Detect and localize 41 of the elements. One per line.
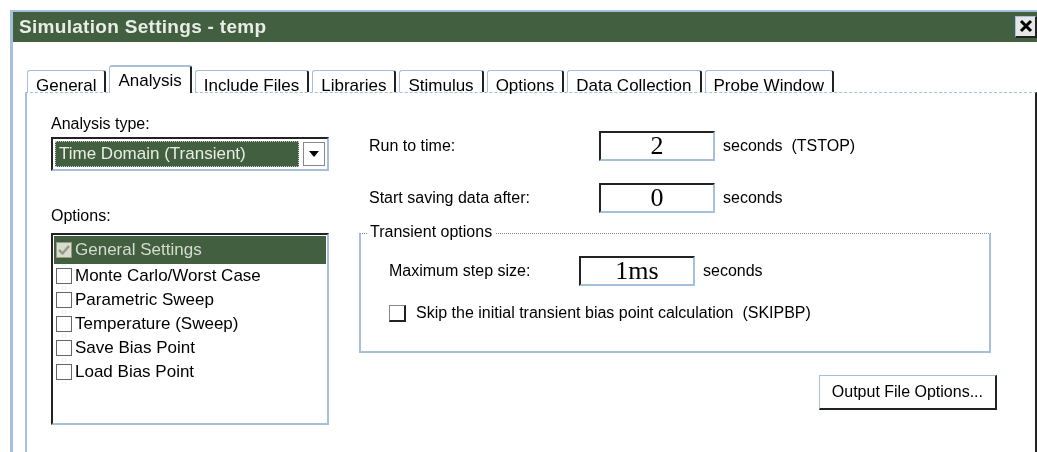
output-file-options-button[interactable]: Output File Options... — [818, 375, 997, 410]
tab[interactable]: Include Files — [194, 70, 310, 92]
unit-label: seconds — [723, 189, 783, 207]
field-label: Run to time: — [369, 137, 457, 155]
field-label: Start saving data after: — [369, 189, 531, 207]
checkbox[interactable] — [389, 304, 406, 322]
close-icon — [1018, 18, 1033, 33]
window-title: Simulation Settings - temp — [19, 16, 267, 38]
list-item[interactable]: General Settings — [54, 236, 326, 264]
checkbox[interactable] — [56, 340, 72, 356]
checkbox[interactable] — [56, 242, 72, 258]
tab[interactable]: General — [27, 70, 107, 92]
unit-label: seconds (TSTOP) — [723, 137, 856, 155]
tab[interactable]: Analysis — [109, 65, 192, 93]
close-button[interactable] — [1015, 16, 1037, 38]
tab[interactable]: Libraries — [312, 70, 397, 92]
list-item[interactable]: Load Bias Point — [54, 360, 326, 384]
check-icon — [58, 244, 70, 256]
tab[interactable]: Data Collection — [567, 70, 702, 92]
tab[interactable]: Stimulus — [399, 70, 484, 92]
tab[interactable]: Probe Window — [704, 70, 835, 92]
checkbox-label: Skip the initial transient bias point calculation (SKIPBP) — [416, 304, 811, 322]
checkbox[interactable] — [56, 292, 72, 308]
field-label: Options: — [51, 207, 112, 225]
input-field[interactable]: 1ms — [579, 256, 695, 286]
analysis-type-dropdown[interactable]: Time Domain (Transient) — [51, 137, 329, 171]
group-title: Transient options — [367, 223, 496, 241]
field-label: Analysis type: — [51, 115, 151, 133]
tab[interactable]: Options — [486, 70, 565, 92]
field-label: Maximum step size: — [389, 262, 532, 280]
checkbox[interactable] — [56, 316, 72, 332]
caret-icon — [309, 151, 319, 157]
input-field[interactable]: 2 — [599, 131, 715, 161]
unit-label: seconds — [703, 262, 763, 280]
input-field[interactable]: 0 — [599, 183, 715, 213]
list-item[interactable]: Save Bias Point — [54, 336, 326, 360]
checkbox[interactable] — [56, 364, 72, 380]
list-item[interactable]: Parametric Sweep — [54, 288, 326, 312]
list-item[interactable]: Monte Carlo/Worst Case — [54, 264, 326, 288]
list-item[interactable]: Temperature (Sweep) — [54, 312, 326, 336]
checkbox[interactable] — [56, 268, 72, 284]
